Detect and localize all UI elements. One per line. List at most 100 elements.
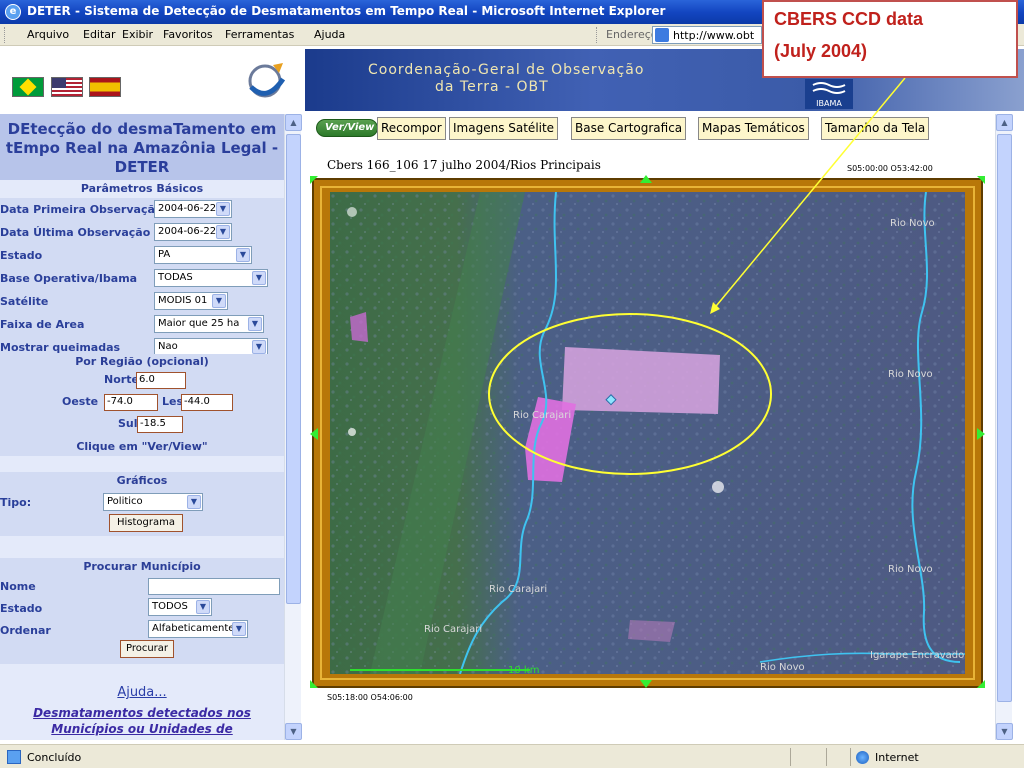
- name-input[interactable]: [148, 578, 280, 595]
- map-caption: Cbers 166_106 17 julho 2004/Rios Princip…: [327, 158, 601, 172]
- security-zone: Internet: [875, 751, 919, 764]
- south-input[interactable]: -18.5: [137, 416, 183, 433]
- view-hint: Clique em "Ver/View": [0, 438, 284, 456]
- status-divider: [850, 748, 851, 766]
- menu-grip: [4, 27, 6, 43]
- status-text: Concluído: [27, 751, 82, 764]
- scroll-down-icon[interactable]: ▼: [996, 723, 1013, 740]
- scroll-thumb[interactable]: [997, 134, 1012, 702]
- pan-southwest-icon[interactable]: [310, 680, 318, 688]
- chevron-down-icon: ▼: [232, 622, 246, 636]
- search-state-select[interactable]: TODOS ▼: [148, 598, 212, 616]
- window-title: DETER - Sistema de Detecção de Desmatame…: [27, 4, 666, 18]
- address-value: http://www.obt: [673, 29, 755, 42]
- tab-imagens-satelite[interactable]: Imagens Satélite: [449, 117, 559, 140]
- detected-link-line-2[interactable]: Municípios ou Unidades de: [0, 722, 284, 736]
- scroll-down-icon[interactable]: ▼: [285, 723, 302, 740]
- callout-line-1: CBERS CCD data: [774, 9, 924, 29]
- page-icon: [655, 28, 669, 42]
- right-scrollbar[interactable]: ▲ ▼: [995, 114, 1013, 740]
- chevron-down-icon: ▼: [187, 495, 201, 509]
- field-label: Data Última Observação: [0, 226, 151, 239]
- scale-label: 10 km: [508, 665, 539, 674]
- place-label: Rio Carajari: [424, 624, 482, 635]
- callout-pointer: [710, 77, 906, 314]
- search-button[interactable]: Procurar: [120, 640, 174, 658]
- menu-ajuda[interactable]: Ajuda: [314, 28, 345, 41]
- field-label: Satélite: [0, 295, 49, 308]
- coord-southwest: S05:18:00 O54:06:00: [327, 693, 413, 702]
- chevron-down-icon: ▼: [216, 225, 230, 239]
- scroll-up-icon[interactable]: ▲: [285, 114, 302, 131]
- field-label: Data Primeira Observação: [0, 203, 163, 216]
- tab-recompor[interactable]: Recompor: [377, 117, 446, 140]
- last-date-select[interactable]: 2004-06-22 ▼: [154, 223, 232, 241]
- place-label: Rio Novo: [888, 369, 933, 380]
- order-select[interactable]: Alfabeticamente ▼: [148, 620, 248, 638]
- place-label: Rio Novo: [760, 662, 805, 673]
- search-header: Procurar Município: [0, 558, 284, 576]
- view-button[interactable]: Ver/View: [316, 119, 378, 137]
- pan-west-icon[interactable]: [310, 428, 318, 440]
- brazil-flag-icon[interactable]: [12, 77, 44, 97]
- chevron-down-icon: ▼: [252, 271, 266, 285]
- chevron-down-icon: ▼: [236, 248, 250, 262]
- internet-globe-icon: [856, 751, 869, 764]
- menu-ferramentas[interactable]: Ferramentas: [225, 28, 294, 41]
- address-grip: [596, 27, 598, 43]
- field-first-date: Data Primeira Observação 2004-06-22 ▼: [0, 198, 284, 221]
- annotation-callout: CBERS CCD data (July 2004): [762, 0, 1018, 78]
- base-select[interactable]: TODAS ▼: [154, 269, 268, 287]
- north-input[interactable]: 6.0: [136, 372, 186, 389]
- page-done-icon: [7, 750, 21, 764]
- region-box: Norte 6.0 Oeste -74.0 Leste -44.0 Sul -1…: [0, 370, 284, 438]
- field-label: Faixa de Area: [0, 318, 85, 331]
- search-box: Nome Estado TODOS ▼ Ordenar Alfabeticamen…: [0, 576, 284, 664]
- west-input[interactable]: -74.0: [104, 394, 158, 411]
- region-header: Por Região (opcional): [0, 354, 284, 370]
- place-label: Rio Carajari: [489, 584, 547, 595]
- pan-east-icon[interactable]: [977, 428, 985, 440]
- type-label: Tipo:: [0, 496, 32, 509]
- place-label: Igarape Encravado: [870, 650, 964, 661]
- help-link[interactable]: Ajuda...: [0, 685, 284, 700]
- histogram-button[interactable]: Histograma: [109, 514, 183, 532]
- banner-line-1: Coordenação-Geral de Observação: [368, 62, 645, 78]
- left-scrollbar[interactable]: ▲ ▼: [284, 114, 302, 740]
- address-bar[interactable]: http://www.obt: [652, 26, 762, 44]
- inpe-logo: [248, 63, 286, 98]
- graphs-header: Gráficos: [0, 472, 284, 490]
- graph-type-select[interactable]: Politico ▼: [103, 493, 203, 511]
- menu-arquivo[interactable]: Arquivo: [27, 28, 69, 41]
- south-label: Sul: [118, 417, 138, 430]
- state-select[interactable]: PA ▼: [154, 246, 252, 264]
- field-label: Mostrar queimadas: [0, 341, 121, 354]
- pan-northeast-icon[interactable]: [977, 176, 985, 184]
- scroll-up-icon[interactable]: ▲: [996, 114, 1013, 131]
- graphs-box: Tipo: Politico ▼ Histograma: [0, 490, 284, 536]
- status-bar: Concluído Internet: [0, 744, 1024, 768]
- scroll-thumb[interactable]: [286, 134, 301, 604]
- menu-favoritos[interactable]: Favoritos: [163, 28, 213, 41]
- status-divider: [790, 748, 791, 766]
- pan-southeast-icon[interactable]: [977, 680, 985, 688]
- callout-line-2: (July 2004): [774, 41, 868, 61]
- field-label: Estado: [0, 249, 43, 262]
- pan-south-icon[interactable]: [640, 680, 652, 688]
- usa-flag-icon[interactable]: [51, 77, 83, 97]
- menu-editar[interactable]: Editar: [83, 28, 116, 41]
- place-label: Rio Novo: [888, 564, 933, 575]
- tab-base-cartografica[interactable]: Base Cartografica: [571, 117, 687, 140]
- east-input[interactable]: -44.0: [181, 394, 233, 411]
- satellite-select[interactable]: MODIS 01 ▼: [154, 292, 228, 310]
- first-date-select[interactable]: 2004-06-22 ▼: [154, 200, 232, 218]
- spain-flag-icon[interactable]: [89, 77, 121, 97]
- detected-link-line-1[interactable]: Desmatamentos detectados nos: [0, 706, 284, 720]
- order-label: Ordenar: [0, 624, 51, 637]
- area-range-select[interactable]: Maior que 25 ha ▼: [154, 315, 264, 333]
- pan-north-icon[interactable]: [640, 175, 652, 183]
- ie-icon: e: [5, 4, 21, 20]
- field-last-date: Data Última Observação 2004-06-22 ▼: [0, 221, 284, 244]
- pan-northwest-icon[interactable]: [310, 176, 318, 184]
- menu-exibir[interactable]: Exibir: [122, 28, 153, 41]
